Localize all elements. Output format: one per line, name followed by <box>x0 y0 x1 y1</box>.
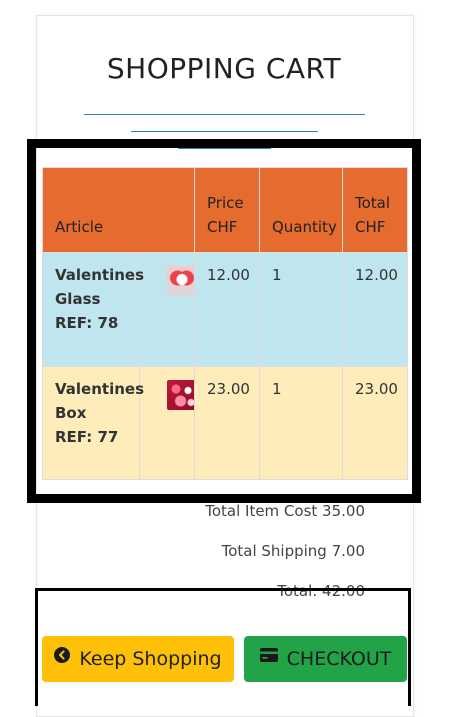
item-quantity: 1 <box>259 366 343 480</box>
item-name-line2[interactable]: Glass <box>55 287 127 311</box>
item-ref: REF: 77 <box>55 428 119 446</box>
column-header-quantity: Quantity <box>259 167 343 253</box>
cart-table: Article Price CHF Quantity Total CHF Valen… <box>42 167 408 480</box>
item-total: 23.00 <box>342 366 408 480</box>
valentines-box-thumbnail[interactable] <box>167 380 197 410</box>
item-name-line1[interactable]: Valentines <box>55 263 144 287</box>
article-cell: Valentines Glass REF: 78 <box>42 252 144 367</box>
article-cell: Valentines Box REF: 77 <box>42 366 144 480</box>
total-shipping: Total Shipping 7.00 <box>221 542 365 560</box>
item-quantity: 1 <box>259 252 343 367</box>
column-header-total: Total CHF <box>342 167 408 253</box>
checkout-label: CHECKOUT <box>286 648 392 670</box>
item-name-line2[interactable]: Box <box>55 401 127 425</box>
item-price: 23.00 <box>194 366 260 480</box>
page-title: SHOPPING CART <box>106 52 342 85</box>
item-price: 12.00 <box>194 252 260 367</box>
keep-shopping-label: Keep Shopping <box>79 648 222 670</box>
valentines-glass-thumbnail[interactable] <box>167 266 197 296</box>
keep-shopping-button[interactable]: Keep Shopping <box>42 636 234 682</box>
table-row: Valentines Box REF: 77 23.00 1 23.00 <box>42 366 408 480</box>
checkout-button[interactable]: CHECKOUT <box>244 636 407 682</box>
table-row: Valentines Glass REF: 78 12.00 1 12.00 <box>42 252 408 367</box>
item-name-line1[interactable]: Valentines <box>55 377 144 401</box>
column-header-article: Article <box>42 167 195 253</box>
title-divider-middle <box>131 131 318 132</box>
chevron-left-circle-icon <box>54 647 71 663</box>
table-header-row: Article Price CHF Quantity Total CHF <box>42 167 408 253</box>
column-header-price: Price CHF <box>194 167 260 253</box>
credit-card-icon <box>259 648 278 662</box>
item-total: 12.00 <box>342 252 408 367</box>
title-divider-top <box>84 114 365 115</box>
total-item-cost: Total Item Cost 35.00 <box>205 502 365 520</box>
thumbnail-cell <box>139 366 197 480</box>
item-ref: REF: 78 <box>55 314 119 332</box>
thumbnail-cell <box>139 252 197 367</box>
